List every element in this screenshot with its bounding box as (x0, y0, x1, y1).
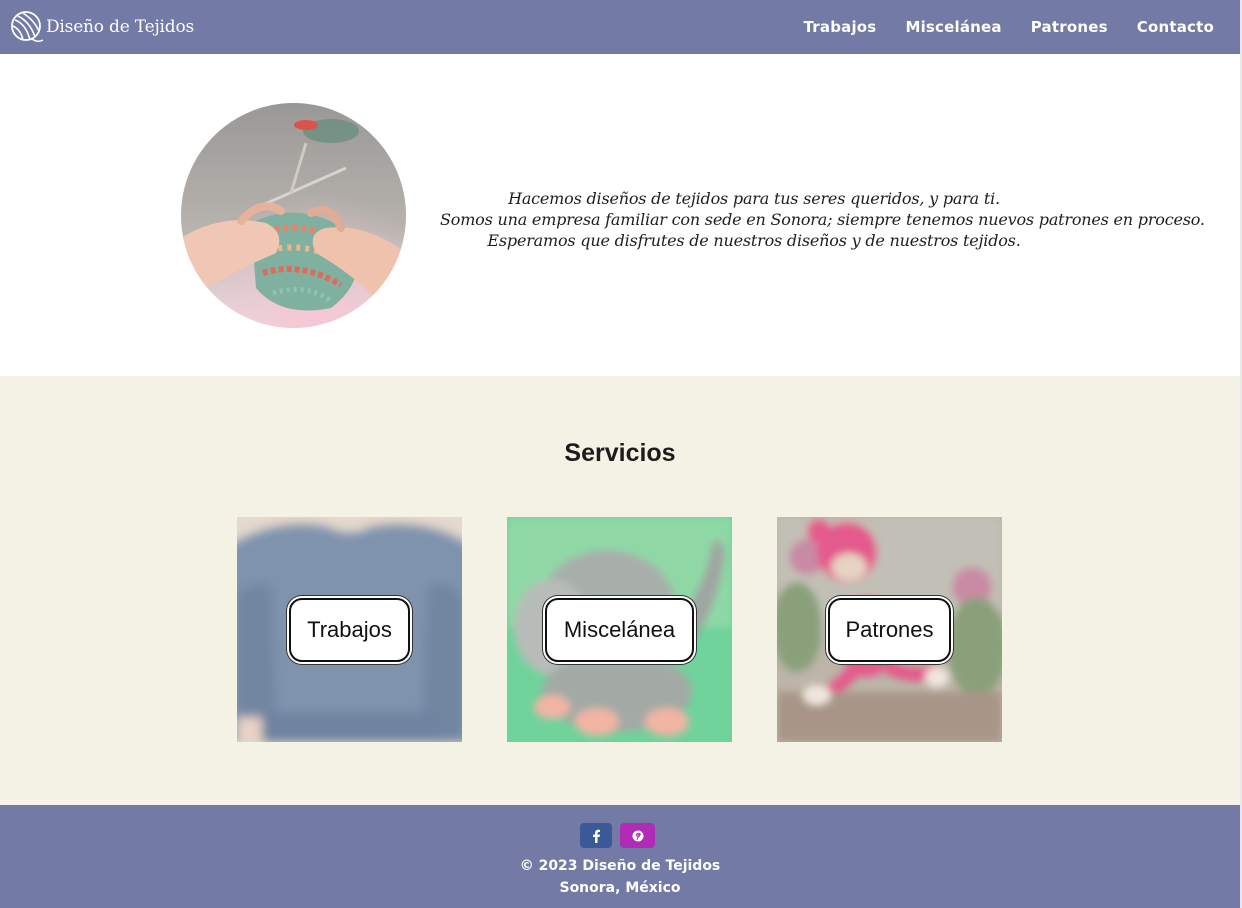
hero-intro-text: Hacemos diseños de tejidos para tus sere… (440, 188, 1205, 251)
hero-section: Hacemos diseños de tejidos para tus sere… (0, 54, 1240, 376)
knitting-hands-photo (181, 103, 406, 328)
pinterest-link[interactable] (620, 823, 655, 848)
brand-link[interactable]: Diseño de Tejidos (10, 0, 194, 54)
facebook-icon (593, 829, 600, 843)
footer-copyright: © 2023 Diseño de Tejidos (519, 858, 721, 874)
footer-location: Sonora, México (559, 880, 681, 896)
nav-link-patrones[interactable]: Patrones (1031, 18, 1108, 36)
trabajos-button[interactable]: Trabajos (289, 598, 410, 662)
service-card-trabajos[interactable]: Trabajos (237, 517, 462, 742)
footer: © 2023 Diseño de Tejidos Sonora, México (0, 805, 1240, 908)
facebook-link[interactable] (580, 823, 612, 848)
hero-line: Hacemos diseños de tejidos para tus sere… (508, 189, 1000, 208)
brand-name: Diseño de Tejidos (46, 17, 195, 37)
patrones-button[interactable]: Patrones (828, 598, 951, 662)
services-title: Servicios (564, 439, 676, 467)
hero-line: Somos una empresa familiar con sede en S… (440, 210, 1205, 229)
hero-line: Esperamos que disfrutes de nuestros dise… (487, 231, 1021, 250)
nav-menu: Trabajos Miscelánea Patrones Contacto (775, 0, 1215, 54)
nav-link-trabajos[interactable]: Trabajos (804, 18, 877, 36)
yarn-ball-icon (11, 11, 44, 43)
service-card-miscelanea[interactable]: Miscelánea (507, 517, 732, 742)
navbar: Diseño de Tejidos Trabajos Miscelánea Pa… (0, 0, 1240, 54)
pinterest-icon (632, 830, 643, 841)
service-card-patrones[interactable]: Patrones (777, 517, 1002, 742)
nav-link-contacto[interactable]: Contacto (1137, 18, 1214, 36)
nav-link-miscelanea[interactable]: Miscelánea (905, 18, 1001, 36)
services-section: Servicios Trabajos Miscelánea Patrones (0, 376, 1240, 805)
miscelanea-button[interactable]: Miscelánea (545, 598, 694, 662)
